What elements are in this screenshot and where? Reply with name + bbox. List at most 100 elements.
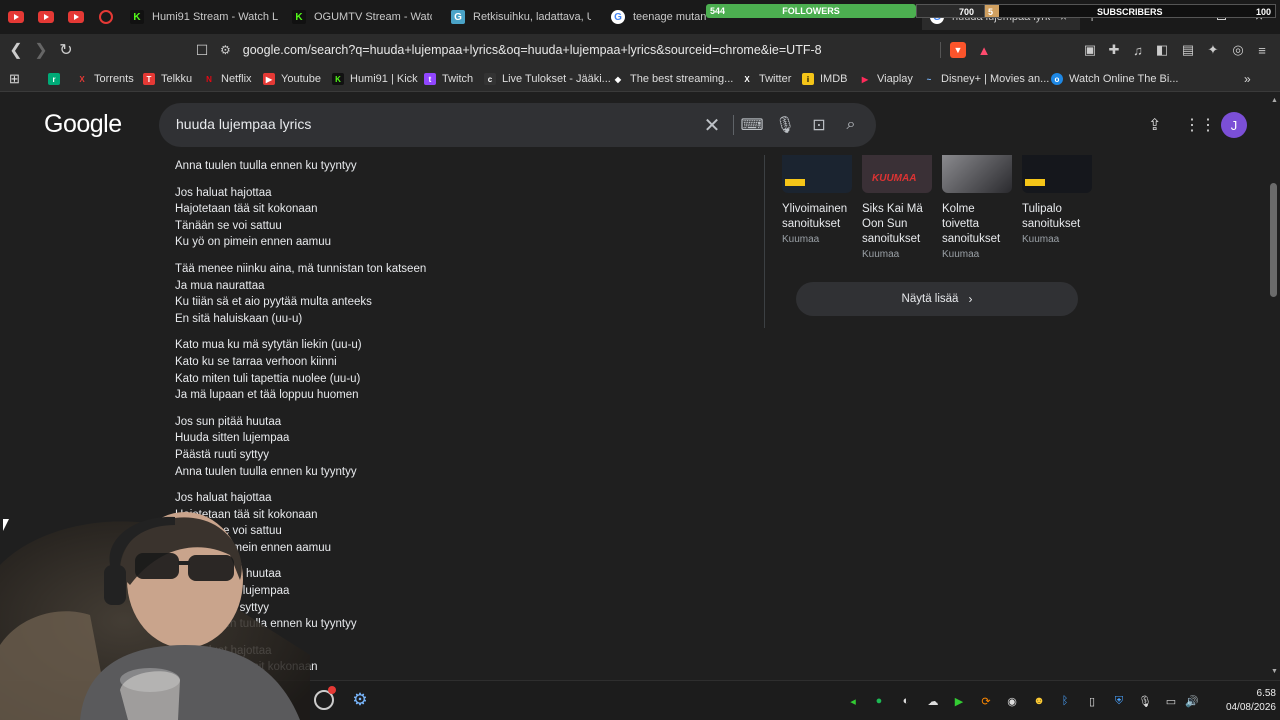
related-song-card-2[interactable]: KUUMAA Siks Kai Mä Oon Sun sanoitukset K… [862, 155, 934, 260]
google-apps-icon[interactable]: ⋮⋮ [1184, 115, 1216, 135]
brave-shield-icon[interactable]: ▼ [950, 42, 966, 58]
netflix-icon: N [206, 74, 212, 84]
steelseries-icon[interactable]: ◉ [1005, 694, 1019, 708]
bookmark-live-tulokset[interactable]: c Live Tulokset - Jääki... [484, 71, 611, 87]
tab-ogumtv[interactable]: K OGUMTV Stream - Watch [292, 4, 432, 30]
menu-icon[interactable]: ≡ [1254, 42, 1270, 58]
site-info-icon[interactable]: ⚙ [220, 43, 231, 57]
bookmark-disney[interactable]: ~ Disney+ | Movies an... [923, 71, 1050, 87]
pinned-tab-youtube-2[interactable] [34, 6, 58, 28]
bookmark-label: Netflix [221, 73, 252, 85]
page-scrollbar[interactable]: ▲ ▼ [1268, 93, 1280, 680]
sidebar-icon[interactable]: ◧ [1154, 42, 1170, 58]
microphone-tray-icon[interactable]: 🎙 [1138, 694, 1152, 708]
forward-button[interactable]: ❯ [31, 40, 51, 60]
bookmark-humi91-kick[interactable]: K Humi91 | Kick [332, 71, 418, 87]
bookmark-netflix[interactable]: N Netflix [203, 71, 252, 87]
discord-icon[interactable]: ◐ [899, 694, 913, 708]
address-bar[interactable]: ⚙ google.com/search?q=huuda+lujempaa+lyr… [220, 37, 920, 63]
bookmark-youtube[interactable]: ▶ Youtube [263, 71, 321, 87]
chevron-right-icon: › [968, 292, 973, 306]
system-clock[interactable]: 6.58 04/08/2026 [1206, 687, 1276, 715]
settings-gear-icon[interactable]: ⚙ [350, 690, 370, 710]
smiley-icon[interactable]: ☻ [1032, 694, 1046, 708]
avatar[interactable]: J [1221, 112, 1247, 138]
network-icon[interactable]: ▭ [1164, 694, 1178, 708]
tab-humi91[interactable]: K Humi91 Stream - Watch Li [130, 4, 278, 30]
rewards-icon[interactable]: ▲ [976, 42, 992, 58]
bookmark-twitter[interactable]: X Twitter [741, 71, 791, 87]
back-button[interactable]: ❮ [6, 40, 26, 60]
related-song-card-3[interactable]: Kolme toivetta sanoitukset Kuumaa [942, 155, 1014, 260]
song-artist: Kuumaa [1022, 234, 1060, 245]
scroll-down-icon[interactable]: ▼ [1271, 668, 1278, 675]
wallet-icon[interactable]: ▤ [1180, 42, 1196, 58]
keyboard-icon[interactable]: ⌨ [740, 115, 763, 135]
cloud-icon[interactable]: ☁ [926, 694, 940, 708]
obs-icon[interactable] [314, 686, 336, 710]
share-icon[interactable]: ⇪ [1148, 115, 1161, 135]
tab-teenage-mutant[interactable]: G teenage mutant ni [611, 4, 707, 30]
app-tray-icon[interactable]: ◂ [846, 694, 860, 708]
reload-button[interactable]: ↻ [56, 40, 76, 60]
media-controls-icon[interactable]: ♫ [1130, 42, 1146, 58]
scroll-up-icon[interactable]: ▲ [1271, 97, 1278, 104]
tab-retkisuihku[interactable]: G Retkisuihku, ladattava, USB [451, 4, 591, 30]
scrollbar-thumb[interactable] [1270, 183, 1277, 297]
vpn-icon[interactable]: ◎ [1230, 42, 1246, 58]
more-bookmarks-icon[interactable]: » [1244, 71, 1251, 87]
lyrics-line: Huuda sitten lujempaa [175, 432, 290, 445]
column-divider [764, 155, 765, 328]
bluetooth-icon[interactable]: ᛒ [1058, 694, 1072, 708]
pinned-tab-youtube-3[interactable] [64, 6, 88, 28]
leo-ai-icon[interactable]: ✦ [1205, 42, 1221, 58]
bookmark-torrents[interactable]: X Torrents [76, 71, 133, 87]
media-icon [99, 10, 113, 24]
song-title: Kolme toivetta sanoitukset [942, 203, 1001, 245]
apps-grid-icon[interactable]: ⊞ [9, 71, 20, 87]
lyrics-stanza: Tää menee niinku aina, mä tunnistan ton … [175, 261, 735, 327]
google-logo[interactable]: Google [44, 110, 122, 139]
song-artist: Kuumaa [862, 249, 900, 260]
search-icon[interactable]: ⌕ [841, 115, 861, 135]
bookmark-twitch[interactable]: t Twitch [424, 71, 473, 87]
bookmark-label: Twitter [759, 73, 792, 85]
security-icon[interactable]: ⛨ [1112, 694, 1126, 708]
lyrics-line: Ku tiiän sä et aio pyytää multa anteeks [175, 296, 372, 309]
bookmark-icon[interactable]: ☐ [192, 40, 212, 60]
related-song-card-4[interactable]: Tulipalo sanoitukset Kuumaa [1022, 155, 1094, 245]
microphone-icon[interactable]: 🎙 [775, 115, 795, 135]
lyrics-line: Hajotetaan tää sit kokonaan [175, 203, 318, 216]
bookmark-viaplay[interactable]: ▶ Viaplay [859, 71, 913, 87]
related-song-card-1[interactable]: Ylivoimainen sanoitukset Kuumaa [782, 155, 854, 245]
search-input[interactable]: huuda lujempaa lyrics [176, 116, 311, 132]
volume-icon[interactable]: 🔊 [1185, 694, 1199, 708]
clear-search-icon[interactable]: ✕ [702, 115, 722, 137]
extensions-icon[interactable]: ✚ [1106, 42, 1122, 58]
play-icon[interactable]: ▶ [952, 694, 966, 708]
pinned-tab-youtube-1[interactable] [4, 6, 28, 28]
bookmark-telkku[interactable]: T Telkku [143, 71, 192, 87]
search-box[interactable]: huuda lujempaa lyrics ✕ ⌨ 🎙 ⊡ ⌕ [159, 103, 876, 147]
device-icon[interactable]: ▯ [1085, 694, 1099, 708]
lyrics-line: Kato ku se tarraa verhoon kiinni [175, 355, 337, 368]
thumbnail-text: KUUMAA [872, 173, 917, 184]
bookmark-label: Youtube [281, 73, 321, 85]
lyrics-line: Päästä ruuti syttyy [175, 448, 269, 461]
pinned-tab-media[interactable] [94, 6, 118, 28]
bookmark-imdb[interactable]: i IMDB [802, 71, 848, 87]
lens-icon[interactable]: ⊡ [809, 115, 829, 135]
bookmark-best-streaming[interactable]: ◆ The best streaming... [612, 71, 733, 87]
bookmark-watch-online[interactable]: o Watch Online The Bi... [1051, 71, 1178, 87]
youtube-icon: ▶ [263, 73, 275, 85]
tab-title: teenage mutant ni [633, 11, 707, 23]
sync-icon[interactable]: ⟳ [979, 694, 993, 708]
followers-label: FOLLOWERS [782, 6, 840, 16]
cast-icon[interactable]: ▣ [1082, 42, 1098, 58]
show-more-button[interactable]: Näytä lisää › [796, 282, 1078, 316]
bookmark-label: The best streaming... [630, 73, 734, 85]
spotify-icon[interactable]: ● [872, 694, 886, 708]
lyrics-stanza: Jos haluat hajottaa Hajotetaan tää sit ko… [175, 185, 735, 251]
bookmark-r[interactable]: r [48, 71, 66, 87]
lyrics-line: Kato miten tuli tapettia nuolee (uu-u) [175, 372, 361, 385]
